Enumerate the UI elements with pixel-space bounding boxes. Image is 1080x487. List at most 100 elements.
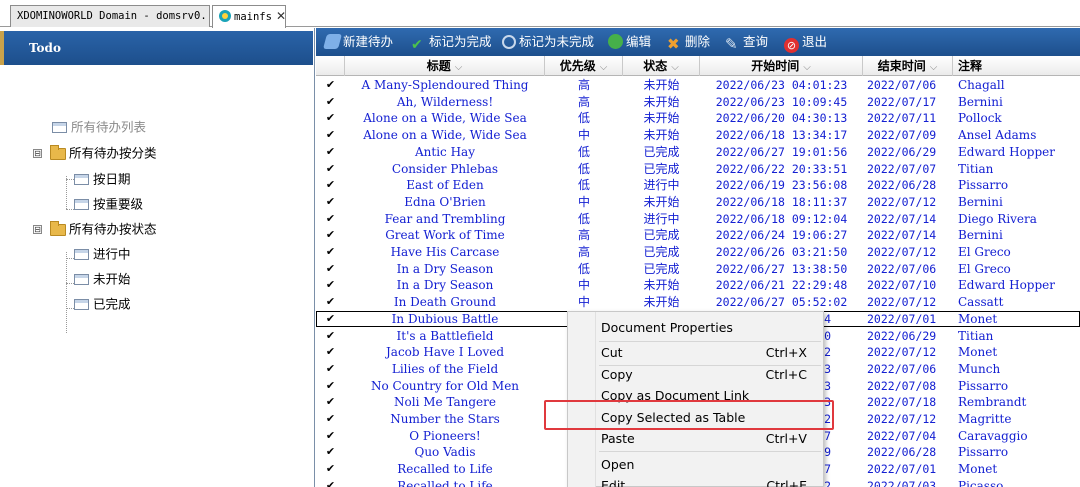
table-row[interactable]: ✔ Great Work of Time 高 已完成 2022/06/24 19:06:…	[316, 227, 1080, 244]
cell-priority: 中	[577, 278, 590, 293]
cell-note: Cassatt	[958, 295, 1004, 310]
tree-item-all-todos[interactable]: 所有待办列表	[52, 116, 146, 138]
tree-item-in-progress[interactable]: 进行中	[74, 243, 131, 265]
collapse-icon[interactable]: ⊟	[33, 225, 42, 234]
cell-title: Fear and Trembling	[384, 211, 506, 226]
tab-domain[interactable]: XDOMINOWORLD Domain - domsrv0...	[10, 5, 210, 27]
tree-item-by-status[interactable]: ⊟ 所有待办按状态	[33, 218, 157, 240]
table-row[interactable]: ✔ In a Dry Season 中 未开始 2022/06/21 22:29:48 2…	[316, 277, 1080, 294]
tree-item-not-started[interactable]: 未开始	[74, 268, 131, 290]
table-row[interactable]: ✔ Consider Phlebas 低 已完成 2022/06/22 20:33:51…	[316, 161, 1080, 178]
cell-status: 已完成	[643, 161, 680, 176]
menu-item-paste[interactable]: Paste Ctrl+V	[601, 429, 821, 449]
folder-icon	[50, 144, 66, 160]
mark-incomplete-button[interactable]: 标记为未完成	[502, 28, 594, 56]
cell-end: 2022/07/12	[867, 194, 937, 209]
search-icon: ✎	[725, 35, 738, 53]
menu-item-copy[interactable]: Copy Ctrl+C	[601, 365, 821, 385]
cell-title: In Dubious Battle	[391, 311, 499, 326]
table-row[interactable]: ✔ Alone on a Wide, Wide Sea 中 未开始 2022/06/18…	[316, 127, 1080, 144]
cell-end: 2022/06/28	[867, 178, 937, 193]
cell-note: Ansel Adams	[958, 128, 1037, 143]
cell-note: El Greco	[958, 245, 1011, 259]
cell-note: Rembrandt	[958, 395, 1027, 410]
column-header-status[interactable]: 状态 ⌵	[623, 56, 700, 76]
view-icon	[74, 249, 89, 260]
table-row[interactable]: ✔ Ah, Wilderness! 高 未开始 2022/06/23 10:09:45 2…	[316, 94, 1080, 111]
menu-item-document-properties[interactable]: Document Properties	[601, 318, 821, 338]
cell-title: Have His Carcase	[390, 245, 500, 259]
new-todo-button[interactable]: 新建待办	[322, 28, 393, 56]
cell-priority: 低	[577, 144, 590, 159]
row-check: ✔	[325, 211, 336, 225]
cell-priority: 低	[577, 261, 590, 276]
table-row[interactable]: ✔ In a Dry Season 低 已完成 2022/06/27 13:38:50 2…	[316, 261, 1080, 278]
tree-item-by-category[interactable]: ⊟ 所有待办按分类	[33, 142, 157, 164]
search-button[interactable]: ✎ 查询	[725, 28, 768, 56]
cell-title: Lilies of the Field	[391, 361, 499, 376]
delete-button[interactable]: ✖ 删除	[667, 28, 710, 56]
check-icon: ✔	[411, 37, 423, 53]
cell-start: 2022/06/18 18:11:37	[715, 194, 848, 209]
cell-priority: 中	[577, 128, 590, 143]
cell-title: In a Dry Season	[396, 261, 494, 276]
table-row[interactable]: ✔ In Death Ground 中 未开始 2022/06/27 05:52:02 2…	[316, 294, 1080, 311]
table-row[interactable]: ✔ Alone on a Wide, Wide Sea 低 未开始 2022/06/20…	[316, 110, 1080, 127]
edit-button[interactable]: 编辑	[608, 28, 651, 56]
cell-note: Picasso	[958, 478, 1004, 487]
cell-status: 进行中	[643, 211, 680, 226]
cell-title: Antic Hay	[415, 144, 475, 159]
table-row[interactable]: ✔ Have His Carcase 高 已完成 2022/06/26 03:21:50…	[316, 244, 1080, 261]
tree-item-by-priority[interactable]: 按重要级	[74, 193, 143, 215]
cell-end: 2022/07/06	[867, 361, 937, 376]
row-check: ✔	[325, 161, 336, 175]
cell-end: 2022/07/11	[867, 111, 937, 126]
cell-end: 2022/07/12	[867, 412, 937, 426]
column-header-note[interactable]: 注释	[953, 56, 1080, 76]
sort-icon: ⌵	[671, 62, 679, 73]
cell-note: Edward Hopper	[958, 144, 1055, 159]
row-check: ✔	[325, 245, 336, 258]
cell-note: Titian	[958, 328, 994, 343]
cell-start: 2022/06/27 13:38:50	[715, 261, 848, 276]
cell-priority: 高	[577, 94, 590, 109]
collapse-icon[interactable]: ⊟	[33, 149, 42, 158]
row-check: ✔	[325, 445, 336, 459]
row-check: ✔	[325, 128, 336, 142]
cell-note: Caravaggio	[958, 428, 1028, 443]
cell-end: 2022/07/04	[867, 428, 937, 443]
menu-item-edit[interactable]: Edit Ctrl+E	[601, 476, 821, 487]
cell-priority: 高	[577, 245, 590, 259]
cell-note: Bernini	[958, 94, 1003, 109]
exit-button[interactable]: ⊘ 退出	[784, 28, 827, 56]
table-row[interactable]: ✔ Edna O'Brien 中 未开始 2022/06/18 18:11:37 2022…	[316, 194, 1080, 211]
table-row[interactable]: ✔ Antic Hay 低 已完成 2022/06/27 19:01:56 2022/06…	[316, 144, 1080, 161]
menu-item-open[interactable]: Open	[601, 455, 821, 475]
row-check: ✔	[325, 412, 336, 425]
cell-end: 2022/07/01	[867, 462, 937, 477]
table-row[interactable]: ✔ East of Eden 低 进行中 2022/06/19 23:56:08 2022…	[316, 177, 1080, 194]
table-row[interactable]: ✔ Fear and Trembling 低 进行中 2022/06/18 09:12:…	[316, 211, 1080, 228]
column-header-end[interactable]: 结束时间 ⌵	[863, 56, 953, 76]
cell-status: 进行中	[643, 178, 680, 193]
column-header-start[interactable]: 开始时间 ⌵	[700, 56, 863, 76]
tab-mainfs[interactable]: mainfs ✕	[212, 5, 286, 28]
cell-priority: 低	[577, 211, 590, 226]
column-header-priority[interactable]: 优先级 ⌵	[545, 56, 623, 76]
tree-item-completed[interactable]: 已完成	[74, 293, 131, 315]
cell-title: Consider Phlebas	[391, 161, 499, 176]
menu-item-cut[interactable]: Cut Ctrl+X	[601, 343, 821, 363]
menu-separator	[599, 451, 821, 452]
cell-title: Number the Stars	[390, 412, 500, 426]
close-icon[interactable]: ✕	[276, 9, 285, 23]
view-icon	[74, 199, 89, 210]
row-check: ✔	[325, 94, 336, 108]
tree-item-by-date[interactable]: 按日期	[74, 168, 131, 190]
table-row[interactable]: ✔ A Many-Splendoured Thing 高 未开始 2022/06/23 …	[316, 77, 1080, 94]
mark-complete-button[interactable]: ✔ 标记为完成	[411, 28, 492, 56]
cell-note: Pollock	[958, 111, 1002, 126]
cell-priority: 高	[577, 228, 590, 243]
cell-end: 2022/07/03	[867, 478, 937, 487]
tab-label: XDOMINOWORLD Domain - domsrv0...	[17, 10, 210, 22]
column-header-title[interactable]: 标题 ⌵	[345, 56, 545, 76]
